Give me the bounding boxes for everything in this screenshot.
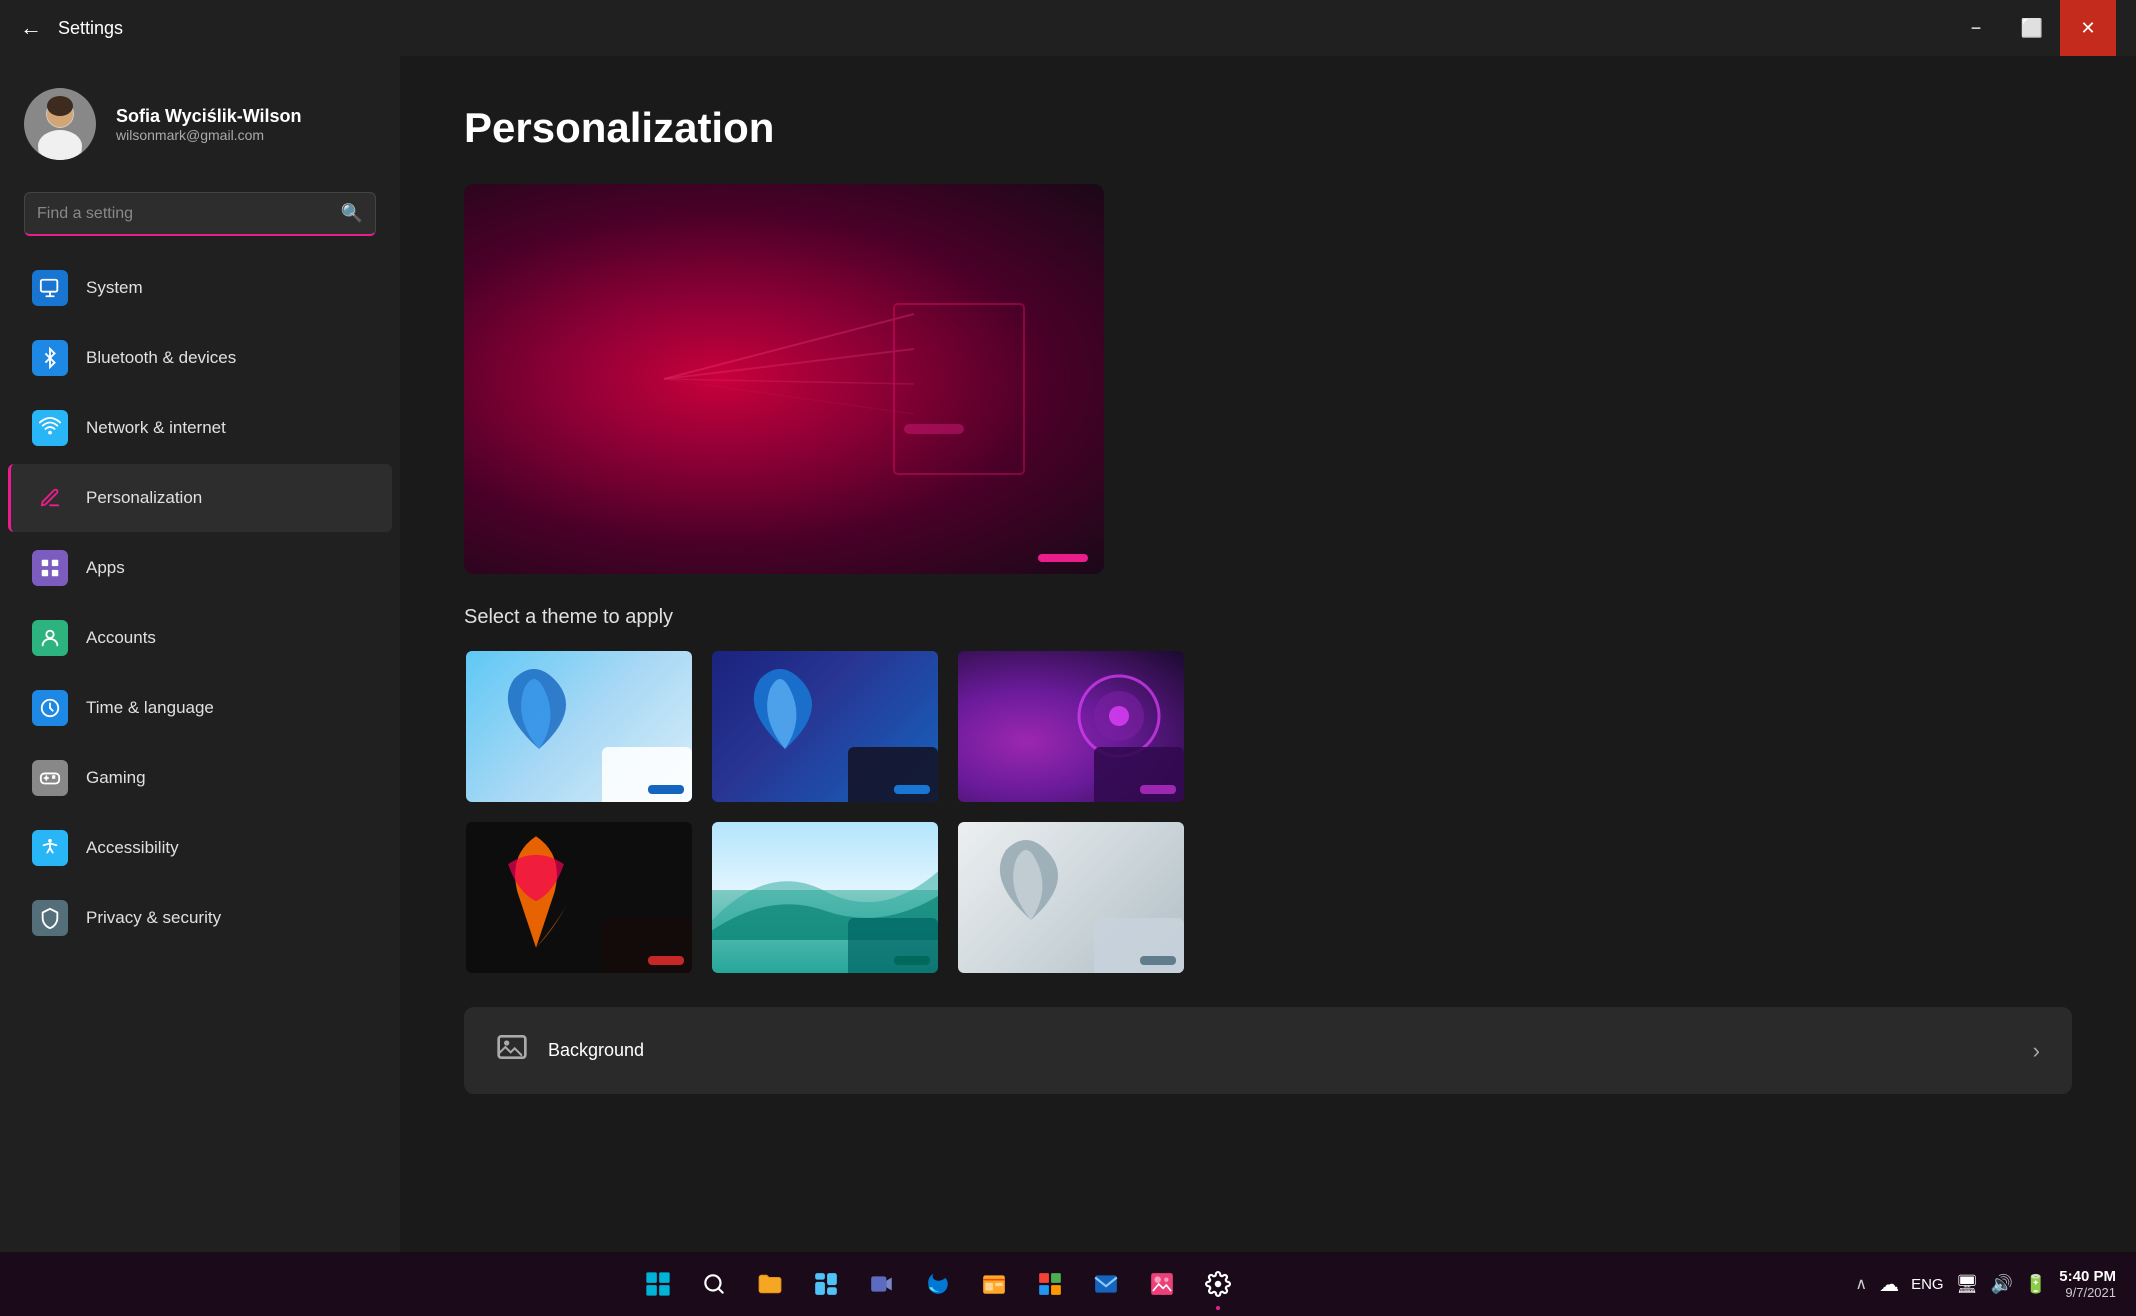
taskbar-search-button[interactable] xyxy=(690,1260,738,1308)
taskbar-right: ∧ ☁ ENG 🖥 🔊 🔋 5:40 PM 9/7/2021 xyxy=(1855,1268,2116,1300)
window-controls: − ⬜ ✕ xyxy=(1948,0,2116,56)
search-icon: 🔍 xyxy=(341,203,363,224)
background-chevron-icon: › xyxy=(2033,1038,2040,1064)
taskbar-canvas-button[interactable] xyxy=(1138,1260,1186,1308)
sidebar: Sofia Wyciślik-Wilson wilsonmark@gmail.c… xyxy=(0,56,400,1252)
sidebar-item-time[interactable]: Time & language xyxy=(8,674,392,742)
chevron-up-icon[interactable]: ∧ xyxy=(1855,1274,1867,1294)
titlebar: ← Settings − ⬜ ✕ xyxy=(0,0,2136,56)
sidebar-nav: System Bluetooth & devices xyxy=(0,252,400,954)
user-name: Sofia Wyciślik-Wilson xyxy=(116,106,302,127)
language-indicator[interactable]: ENG xyxy=(1911,1276,1944,1293)
network-icon xyxy=(32,410,68,446)
app-title: Settings xyxy=(58,18,123,39)
background-icon xyxy=(496,1031,528,1070)
taskbar: ∧ ☁ ENG 🖥 🔊 🔋 5:40 PM 9/7/2021 xyxy=(0,1252,2136,1316)
taskbar-files-button[interactable] xyxy=(746,1260,794,1308)
sidebar-item-label-system: System xyxy=(86,278,143,298)
theme-card-win11-gray[interactable] xyxy=(956,820,1186,975)
sidebar-item-accessibility[interactable]: Accessibility xyxy=(8,814,392,882)
taskbar-start-button[interactable] xyxy=(634,1260,682,1308)
theme-section-label: Select a theme to apply xyxy=(464,606,2072,629)
theme-card-colorful[interactable] xyxy=(464,820,694,975)
sidebar-item-network[interactable]: Network & internet xyxy=(8,394,392,462)
sidebar-item-gaming[interactable]: Gaming xyxy=(8,744,392,812)
maximize-button[interactable]: ⬜ xyxy=(2004,0,2060,56)
accessibility-icon xyxy=(32,830,68,866)
apps-icon xyxy=(32,550,68,586)
sidebar-item-label-privacy: Privacy & security xyxy=(86,908,221,928)
theme-card-win11-light[interactable] xyxy=(464,649,694,804)
page-title: Personalization xyxy=(464,104,2072,152)
background-label: Background xyxy=(548,1040,644,1061)
sidebar-item-label-network: Network & internet xyxy=(86,418,226,438)
sidebar-item-label-gaming: Gaming xyxy=(86,768,146,788)
theme-card-scenic[interactable] xyxy=(710,820,940,975)
sidebar-item-accounts[interactable]: Accounts xyxy=(8,604,392,672)
taskbar-mail-button[interactable] xyxy=(1082,1260,1130,1308)
sidebar-item-label-apps: Apps xyxy=(86,558,125,578)
background-left: Background xyxy=(496,1031,644,1070)
background-section[interactable]: Background › xyxy=(464,1007,2072,1094)
sidebar-item-personalization[interactable]: Personalization xyxy=(8,464,392,532)
gaming-icon xyxy=(32,760,68,796)
privacy-icon xyxy=(32,900,68,936)
sidebar-item-label-personalization: Personalization xyxy=(86,488,202,508)
user-info: Sofia Wyciślik-Wilson wilsonmark@gmail.c… xyxy=(116,106,302,143)
system-icon xyxy=(32,270,68,306)
taskbar-pink-bar xyxy=(1038,554,1088,562)
search-container: 🔍 xyxy=(0,184,400,252)
wallpaper-background xyxy=(464,184,1104,574)
sidebar-item-label-accounts: Accounts xyxy=(86,628,156,648)
taskbar-edge-button[interactable] xyxy=(914,1260,962,1308)
close-button[interactable]: ✕ xyxy=(2060,0,2116,56)
content-area: Personalization Select a theme to apply xyxy=(400,56,2136,1252)
taskbar-clock[interactable]: 5:40 PM 9/7/2021 xyxy=(2059,1268,2116,1300)
themes-grid xyxy=(464,649,2072,975)
taskbar-time: 5:40 PM xyxy=(2059,1268,2116,1285)
taskbar-explorer-button[interactable] xyxy=(970,1260,1018,1308)
sidebar-item-label-accessibility: Accessibility xyxy=(86,838,179,858)
avatar xyxy=(24,88,96,160)
taskbar-apps xyxy=(20,1260,1855,1308)
bluetooth-icon xyxy=(32,340,68,376)
minimize-button[interactable]: − xyxy=(1948,0,2004,56)
search-input[interactable] xyxy=(37,205,341,223)
personalization-icon xyxy=(32,480,68,516)
volume-icon[interactable]: 🔊 xyxy=(1990,1274,2012,1295)
taskbar-store-button[interactable] xyxy=(1026,1260,1074,1308)
display-icon[interactable]: 🖥 xyxy=(1956,1274,1979,1295)
taskbar-settings-button[interactable] xyxy=(1194,1260,1242,1308)
time-icon xyxy=(32,690,68,726)
taskbar-meet-button[interactable] xyxy=(858,1260,906,1308)
accounts-icon xyxy=(32,620,68,656)
back-button[interactable]: ← xyxy=(20,15,42,41)
sidebar-item-label-time: Time & language xyxy=(86,698,214,718)
sidebar-item-apps[interactable]: Apps xyxy=(8,534,392,602)
sidebar-item-bluetooth[interactable]: Bluetooth & devices xyxy=(8,324,392,392)
search-box[interactable]: 🔍 xyxy=(24,192,376,236)
battery-icon[interactable]: 🔋 xyxy=(2025,1274,2047,1295)
cloud-icon[interactable]: ☁ xyxy=(1879,1272,1899,1297)
wallpaper-preview xyxy=(464,184,1104,574)
sidebar-item-label-bluetooth: Bluetooth & devices xyxy=(86,348,236,368)
theme-card-win11-purple[interactable] xyxy=(956,649,1186,804)
user-profile[interactable]: Sofia Wyciślik-Wilson wilsonmark@gmail.c… xyxy=(0,56,400,184)
theme-card-win11-dark[interactable] xyxy=(710,649,940,804)
sidebar-item-privacy[interactable]: Privacy & security xyxy=(8,884,392,952)
sidebar-item-system[interactable]: System xyxy=(8,254,392,322)
user-email: wilsonmark@gmail.com xyxy=(116,127,302,143)
main-layout: Sofia Wyciślik-Wilson wilsonmark@gmail.c… xyxy=(0,56,2136,1252)
taskbar-date: 9/7/2021 xyxy=(2059,1285,2116,1300)
taskbar-widgets-button[interactable] xyxy=(802,1260,850,1308)
